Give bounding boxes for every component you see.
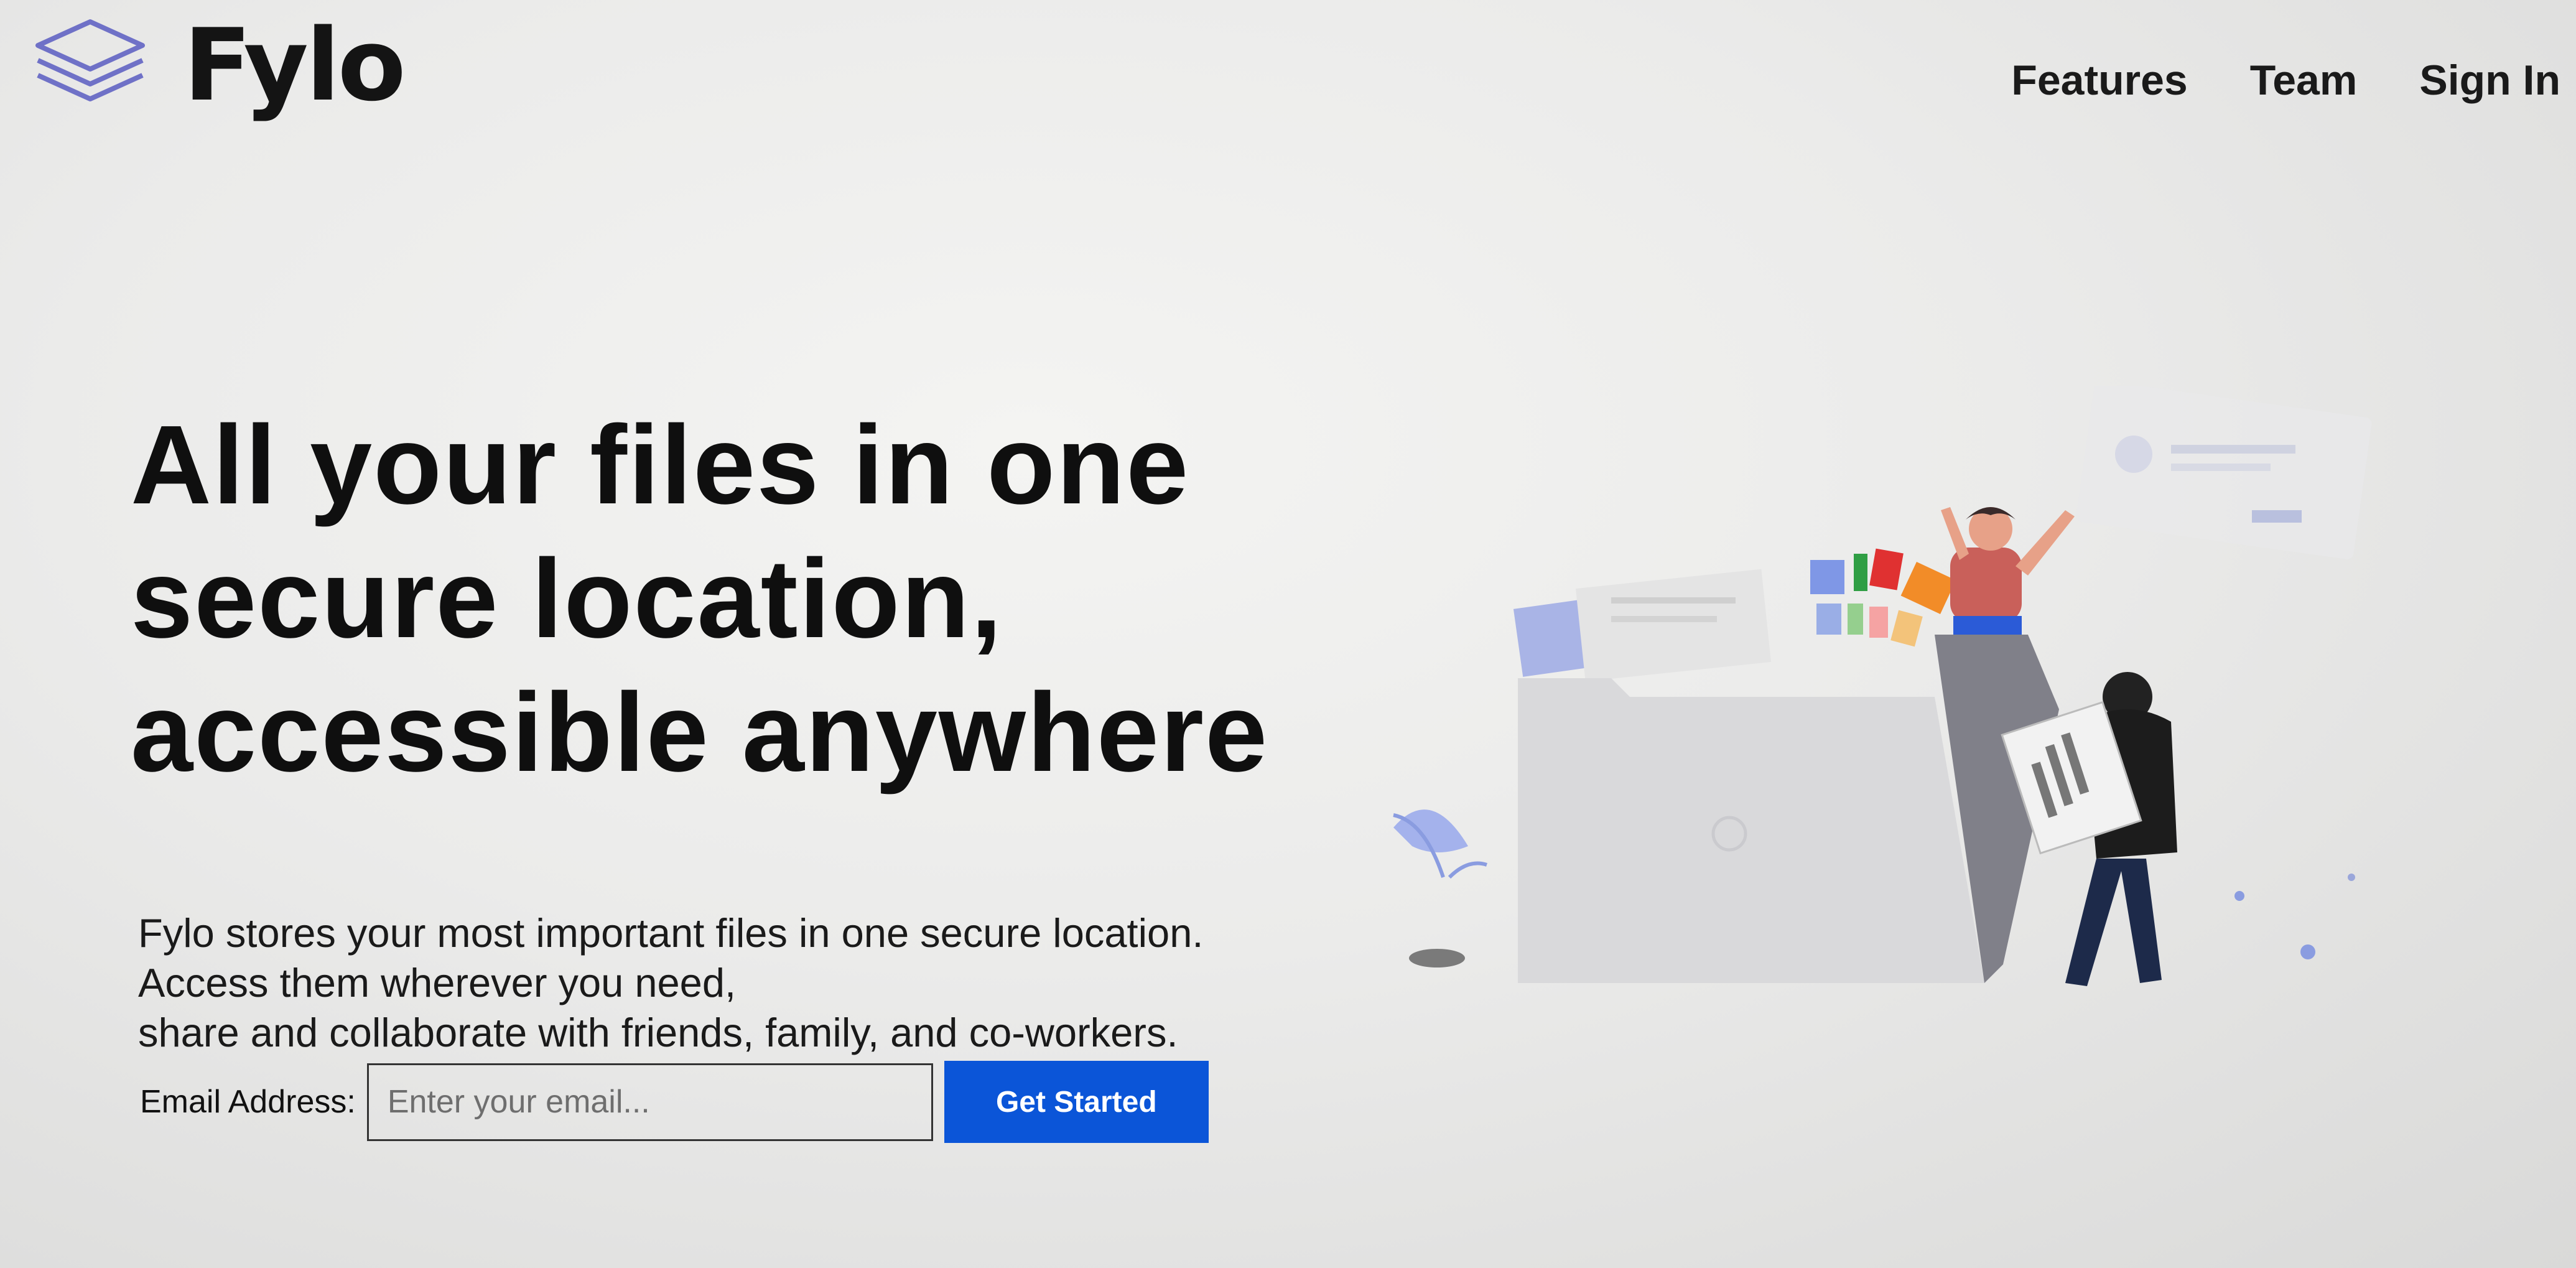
main-nav: Features Team Sign In	[2011, 56, 2560, 105]
nav-team-link[interactable]: Team	[2250, 56, 2358, 105]
headline-line: accessible anywhere	[131, 670, 1269, 795]
email-input[interactable]	[366, 1063, 933, 1141]
signup-form: Email Address: Get Started	[140, 1061, 1209, 1143]
brand-logo[interactable]: Fylo	[28, 7, 406, 123]
brand-name: Fylo	[184, 7, 406, 123]
nav-features-link[interactable]: Features	[2011, 56, 2187, 105]
description-line: share and collaborate with friends, fami…	[138, 1010, 1178, 1055]
email-label: Email Address:	[140, 1084, 356, 1120]
hero-headline: All your files in one secure location, a…	[131, 398, 1375, 799]
description-line: Access them wherever you need,	[138, 960, 737, 1005]
headline-line: All your files in one	[131, 403, 1190, 528]
file-sharing-illustration	[1393, 386, 2372, 986]
layers-icon	[35, 19, 145, 101]
hero-description: Fylo stores your most important files in…	[138, 908, 1203, 1058]
nav-sign-in-link[interactable]: Sign In	[2419, 56, 2560, 105]
get-started-button[interactable]: Get Started	[944, 1061, 1209, 1143]
headline-line: secure location,	[131, 536, 1003, 661]
description-line: Fylo stores your most important files in…	[138, 910, 1204, 956]
